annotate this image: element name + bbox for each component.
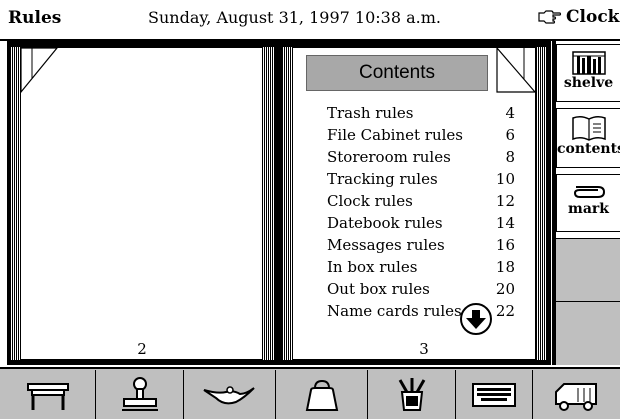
contents-label: contents xyxy=(557,141,620,157)
page-corner-left-icon[interactable] xyxy=(20,47,58,93)
genie-lamp-icon xyxy=(202,385,255,404)
toc-item[interactable]: Storeroom rules 8 xyxy=(327,148,515,170)
contents-title: Contents xyxy=(306,55,488,91)
toc-title: Datebook rules xyxy=(327,214,443,232)
toc-title: Storeroom rules xyxy=(327,148,451,166)
toc-item[interactable]: In box rules 18 xyxy=(327,258,515,280)
empty-tab xyxy=(556,238,620,301)
stamp-icon xyxy=(121,376,158,411)
toc-item[interactable]: Messages rules 16 xyxy=(327,236,515,258)
stamp-button[interactable] xyxy=(95,370,183,419)
truck-button[interactable] xyxy=(532,370,620,419)
book-spine xyxy=(274,41,282,365)
toc-page: 22 xyxy=(495,302,515,320)
toc-page: 4 xyxy=(505,104,515,122)
shelve-tab[interactable]: shelve xyxy=(556,44,620,102)
toc-item[interactable]: Clock rules 12 xyxy=(327,192,515,214)
toc-title: Messages rules xyxy=(327,236,445,254)
tools-button[interactable] xyxy=(367,370,455,419)
desk-button[interactable] xyxy=(0,370,95,419)
keyboard-icon xyxy=(472,382,516,407)
app-title: Rules xyxy=(8,8,62,28)
left-page-number: 2 xyxy=(137,340,147,358)
page-corner-right-icon[interactable] xyxy=(496,47,536,93)
toc-item[interactable]: Out box rules 20 xyxy=(327,280,515,302)
right-page-edges xyxy=(536,47,546,360)
date-time: Sunday, August 31, 1997 10:38 a.m. xyxy=(148,8,441,27)
toc-item[interactable]: Trash rules 4 xyxy=(327,104,515,126)
toc-title: Clock rules xyxy=(327,192,413,210)
contents-tab[interactable]: contents xyxy=(556,108,620,168)
toc-item[interactable]: File Cabinet rules 6 xyxy=(327,126,515,148)
left-page-edges xyxy=(10,47,20,360)
toc-item[interactable]: Datebook rules 14 xyxy=(327,214,515,236)
toc-title: Name cards rules xyxy=(327,302,462,320)
mark-label: mark xyxy=(568,201,609,217)
keyboard-button[interactable] xyxy=(455,370,532,419)
open-book-icon xyxy=(571,115,606,141)
truck-icon xyxy=(554,382,597,411)
bookshelf-icon xyxy=(571,51,606,75)
lamp-button[interactable] xyxy=(183,370,275,419)
toc-title: Trash rules xyxy=(327,104,414,122)
toc-page: 20 xyxy=(495,280,515,298)
toc-page: 6 xyxy=(505,126,515,144)
bag-icon xyxy=(305,379,338,411)
toc-title: File Cabinet rules xyxy=(327,126,464,144)
paperclip-icon xyxy=(573,186,605,198)
clock-label: Clock xyxy=(566,7,620,27)
toc-title: Out box rules xyxy=(327,280,430,298)
mark-tab[interactable]: mark xyxy=(556,174,620,232)
clock-button[interactable]: Clock xyxy=(538,7,619,27)
toc-page: 16 xyxy=(495,236,515,254)
toc-item[interactable]: Tracking rules 10 xyxy=(327,170,515,192)
toc-page: 10 xyxy=(495,170,515,188)
empty-tab xyxy=(556,301,620,365)
scroll-down-button[interactable] xyxy=(460,303,492,335)
scroll-down-arrow-icon xyxy=(466,310,486,329)
toc-page: 14 xyxy=(495,214,515,232)
toc-title: Tracking rules xyxy=(327,170,438,188)
toc-page: 12 xyxy=(495,192,515,210)
toc-page: 18 xyxy=(495,258,515,276)
right-page-number: 3 xyxy=(419,340,429,358)
left-page[interactable] xyxy=(20,47,268,360)
pointing-hand-icon xyxy=(538,10,562,24)
bag-button[interactable] xyxy=(275,370,367,419)
toc-page: 8 xyxy=(505,148,515,166)
tools-icon xyxy=(398,377,425,411)
desk-icon xyxy=(26,382,69,410)
toc-title: In box rules xyxy=(327,258,418,276)
shelve-label: shelve xyxy=(563,75,614,91)
